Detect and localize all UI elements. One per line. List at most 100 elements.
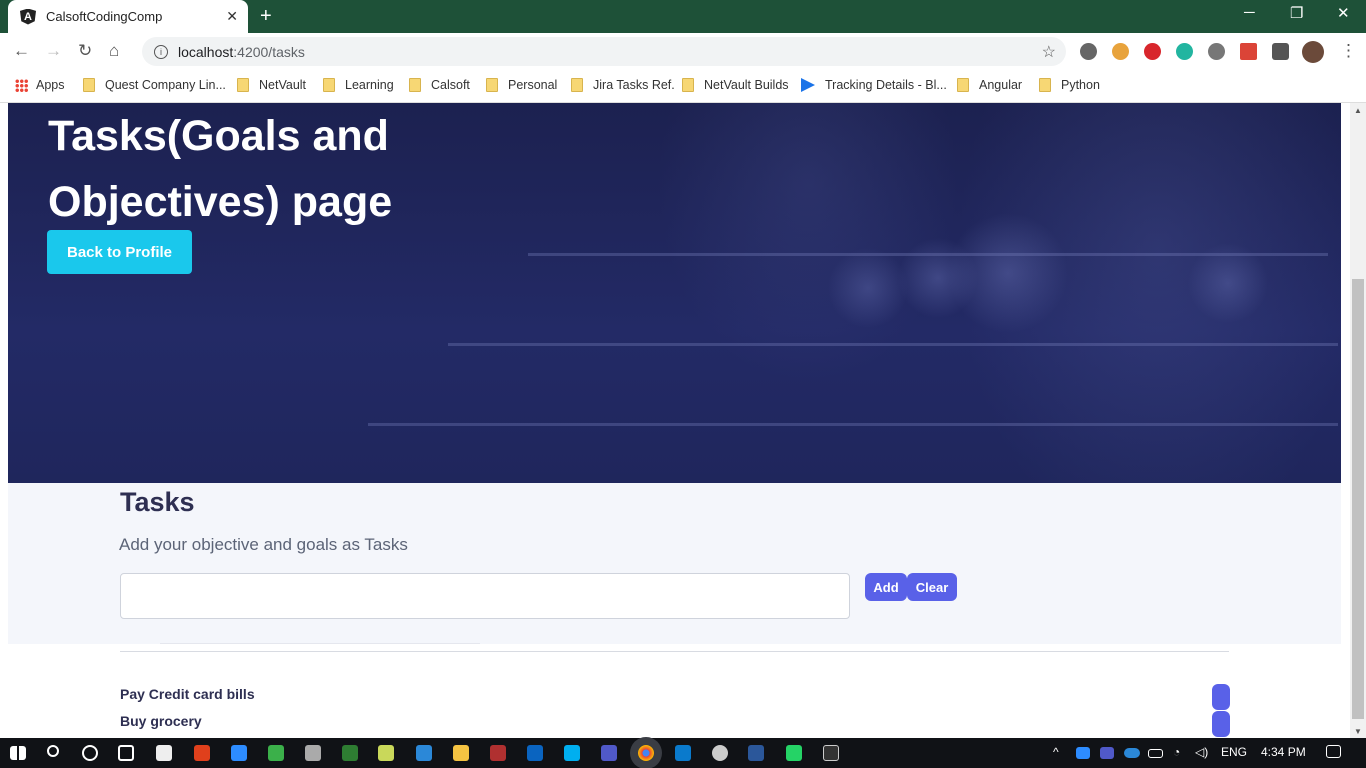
- scroll-down-icon[interactable]: ▼: [1354, 727, 1362, 736]
- address-bar[interactable]: i localhost:4200/tasks ☆: [142, 37, 1066, 66]
- scrollbar-thumb[interactable]: [1352, 279, 1364, 719]
- extensions-puzzle-icon[interactable]: [1272, 43, 1289, 60]
- bookmark-label: NetVault: [259, 78, 307, 92]
- bookmark-apps[interactable]: Apps: [15, 78, 65, 92]
- bookmark-star-icon[interactable]: ☆: [1042, 42, 1056, 62]
- task-list-divider: [120, 651, 1229, 652]
- file-explorer-icon[interactable]: [453, 745, 469, 761]
- search-icon[interactable]: [47, 745, 59, 757]
- chrome-icon[interactable]: [638, 745, 654, 761]
- page-title: Tasks(Goals and Objectives) page: [48, 112, 393, 226]
- settings-icon[interactable]: [712, 745, 728, 761]
- bookmark-personal[interactable]: Personal: [486, 78, 557, 92]
- teams-tray-icon[interactable]: [1100, 747, 1114, 759]
- folder-icon: [486, 78, 498, 92]
- bookmark-python[interactable]: Python: [1039, 78, 1100, 92]
- task-entry-panel: Tasks Add your objective and goals as Ta…: [8, 483, 1341, 644]
- bookmark-jira[interactable]: Jira Tasks Ref.: [571, 78, 675, 92]
- profile-avatar[interactable]: [1302, 41, 1324, 63]
- adblock-icon[interactable]: [1144, 43, 1161, 60]
- bookmark-learning[interactable]: Learning: [323, 78, 394, 92]
- terminal-icon[interactable]: [823, 745, 839, 761]
- bookmark-quest[interactable]: Quest Company Lin...: [83, 78, 226, 92]
- extension-tool-icon[interactable]: [1208, 43, 1225, 60]
- bookmark-netvault-builds[interactable]: NetVault Builds: [682, 78, 789, 92]
- windows-start-icon[interactable]: [10, 746, 26, 760]
- extension-bulb-icon[interactable]: [1080, 43, 1097, 60]
- bookmark-label: Apps: [36, 78, 65, 92]
- app-icon[interactable]: [342, 745, 358, 761]
- extension-owl-icon[interactable]: [1112, 43, 1129, 60]
- home-icon[interactable]: ⌂: [109, 41, 119, 61]
- bookmark-label: Python: [1061, 78, 1100, 92]
- task-action-button[interactable]: [1212, 684, 1230, 710]
- zoom-tray-icon[interactable]: [1076, 747, 1090, 759]
- dumbbell-rack-top: [528, 253, 1328, 293]
- battery-icon[interactable]: [1148, 749, 1163, 758]
- folder-icon: [323, 78, 335, 92]
- new-tab-button[interactable]: +: [260, 5, 272, 28]
- tab-title: CalsoftCodingComp: [46, 9, 163, 24]
- browser-toolbar: ← → ↻ ⌂ i localhost:4200/tasks ☆ ⋮: [0, 33, 1366, 70]
- back-to-profile-button[interactable]: Back to Profile: [47, 230, 192, 274]
- bookmark-calsoft[interactable]: Calsoft: [409, 78, 470, 92]
- task-view-icon[interactable]: [118, 745, 134, 761]
- minimize-icon[interactable]: ─: [1244, 4, 1255, 21]
- language-indicator[interactable]: ENG: [1221, 745, 1247, 759]
- bookmark-label: Personal: [508, 78, 558, 92]
- folder-icon: [571, 78, 583, 92]
- page-scrollbar[interactable]: ▲ ▼: [1350, 103, 1366, 739]
- bookmark-label: NetVault Builds: [704, 78, 789, 92]
- extension-m-icon[interactable]: [1176, 43, 1193, 60]
- bookmark-label: Calsoft: [431, 78, 470, 92]
- show-hidden-icons-icon[interactable]: ^: [1053, 745, 1059, 759]
- vscode-icon[interactable]: [675, 745, 691, 761]
- cortana-icon[interactable]: [82, 745, 98, 761]
- browser-tab[interactable]: A CalsoftCodingComp ✕: [8, 0, 248, 33]
- teams-icon[interactable]: [601, 745, 617, 761]
- skype-icon[interactable]: [564, 745, 580, 761]
- task-input[interactable]: [120, 573, 850, 619]
- add-task-button[interactable]: Add: [865, 573, 907, 601]
- task-action-button[interactable]: [1212, 711, 1230, 737]
- outlook-icon[interactable]: [527, 745, 543, 761]
- page-viewport: Tasks(Goals and Objectives) page Back to…: [0, 103, 1350, 739]
- office-icon[interactable]: [194, 745, 210, 761]
- reload-icon[interactable]: ↻: [78, 41, 92, 61]
- task-item: Pay Credit card bills: [120, 686, 255, 702]
- folder-icon: [682, 78, 694, 92]
- forward-arrow-icon[interactable]: →: [45, 41, 62, 61]
- volume-icon[interactable]: ◁): [1195, 745, 1208, 759]
- bookmark-tracking[interactable]: Tracking Details - Bl...: [801, 78, 947, 92]
- restore-icon[interactable]: ❐: [1290, 4, 1303, 22]
- app-icon[interactable]: [305, 745, 321, 761]
- folder-icon: [1039, 78, 1051, 92]
- faint-divider: [160, 643, 480, 644]
- back-arrow-icon[interactable]: ←: [13, 41, 30, 61]
- notepad-icon[interactable]: [378, 745, 394, 761]
- menu-kebab-icon[interactable]: ⋮: [1340, 41, 1357, 61]
- todoist-icon[interactable]: [1240, 43, 1257, 60]
- bookmark-netvault[interactable]: NetVault: [237, 78, 306, 92]
- whatsapp-icon[interactable]: [786, 745, 802, 761]
- todo-icon[interactable]: [416, 745, 432, 761]
- url-text: localhost:4200/tasks: [178, 44, 305, 60]
- onedrive-icon[interactable]: [1124, 748, 1140, 758]
- clock[interactable]: 4:34 PM: [1261, 745, 1306, 759]
- windows-taskbar: ^ ◔ ◁) ENG 4:34 PM: [0, 738, 1366, 768]
- hero-banner: Tasks(Goals and Objectives) page Back to…: [8, 103, 1341, 483]
- close-window-icon[interactable]: ✕: [1337, 4, 1350, 22]
- app-icon[interactable]: [490, 745, 506, 761]
- word-icon[interactable]: [748, 745, 764, 761]
- zoom-icon[interactable]: [231, 745, 247, 761]
- site-info-icon[interactable]: i: [154, 44, 168, 59]
- app-icon[interactable]: [268, 745, 284, 761]
- bookmark-label: Jira Tasks Ref.: [593, 78, 675, 92]
- wifi-icon[interactable]: ◔: [1173, 745, 1180, 759]
- scroll-up-icon[interactable]: ▲: [1354, 106, 1362, 115]
- bookmark-angular[interactable]: Angular: [957, 78, 1022, 92]
- notifications-icon[interactable]: [1326, 745, 1341, 758]
- clear-tasks-button[interactable]: Clear: [907, 573, 957, 601]
- store-icon[interactable]: [156, 745, 172, 761]
- close-tab-icon[interactable]: ✕: [226, 8, 238, 25]
